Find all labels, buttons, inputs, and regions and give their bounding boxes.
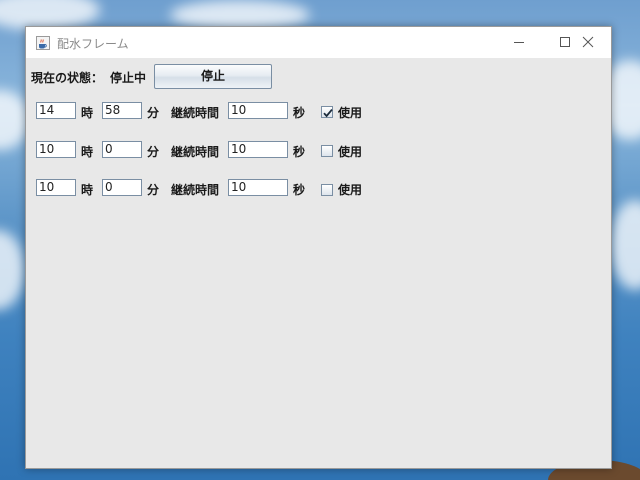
duration-field-3[interactable]: 10 [228, 179, 288, 196]
status-label: 現在の状態： [31, 71, 104, 85]
second-unit-label-2: 秒 [293, 145, 306, 159]
minimize-icon [514, 42, 524, 43]
close-icon [582, 36, 594, 48]
minute-field-2[interactable]: 0 [102, 141, 142, 158]
second-unit-label-1: 秒 [293, 106, 306, 120]
window-title: 配水フレーム [57, 37, 129, 51]
use-label-2: 使用 [338, 145, 363, 159]
minute-unit-label-3: 分 [147, 183, 160, 197]
checkmark-icon [323, 109, 333, 118]
maximize-icon [560, 37, 570, 47]
duration-label-2: 継続時間 [171, 145, 220, 159]
use-checkbox-2[interactable] [321, 145, 333, 157]
duration-label-3: 継続時間 [171, 183, 220, 197]
use-checkbox-3[interactable] [321, 184, 333, 196]
duration-field-2[interactable]: 10 [228, 141, 288, 158]
close-button[interactable] [582, 27, 611, 57]
status-value: 停止中 [110, 71, 147, 85]
second-unit-label-3: 秒 [293, 183, 306, 197]
duration-label-1: 継続時間 [171, 106, 220, 120]
use-label-3: 使用 [338, 183, 363, 197]
hour-unit-label-1: 時 [81, 106, 94, 120]
minute-unit-label-1: 分 [147, 106, 160, 120]
java-cup-icon [36, 35, 50, 50]
duration-field-1[interactable]: 10 [228, 102, 288, 119]
hour-unit-label-3: 時 [81, 183, 94, 197]
hour-unit-label-2: 時 [81, 145, 94, 159]
hour-field-1[interactable]: 14 [36, 102, 76, 119]
use-label-1: 使用 [338, 106, 363, 120]
hour-field-3[interactable]: 10 [36, 179, 76, 196]
minute-field-1[interactable]: 58 [102, 102, 142, 119]
use-checkbox-1[interactable] [321, 106, 333, 118]
minute-field-3[interactable]: 0 [102, 179, 142, 196]
title-bar[interactable]: 配水フレーム [26, 27, 611, 58]
minimize-button[interactable] [496, 27, 542, 57]
hour-field-2[interactable]: 10 [36, 141, 76, 158]
main-window: 配水フレーム 現在の状態： 停止中 停止 14 時 58 分 継続時間 10 秒… [25, 26, 612, 469]
minute-unit-label-2: 分 [147, 145, 160, 159]
window-content: 現在の状態： 停止中 停止 14 時 58 分 継続時間 10 秒 使用 10 … [26, 58, 611, 468]
stop-button[interactable]: 停止 [154, 64, 272, 89]
